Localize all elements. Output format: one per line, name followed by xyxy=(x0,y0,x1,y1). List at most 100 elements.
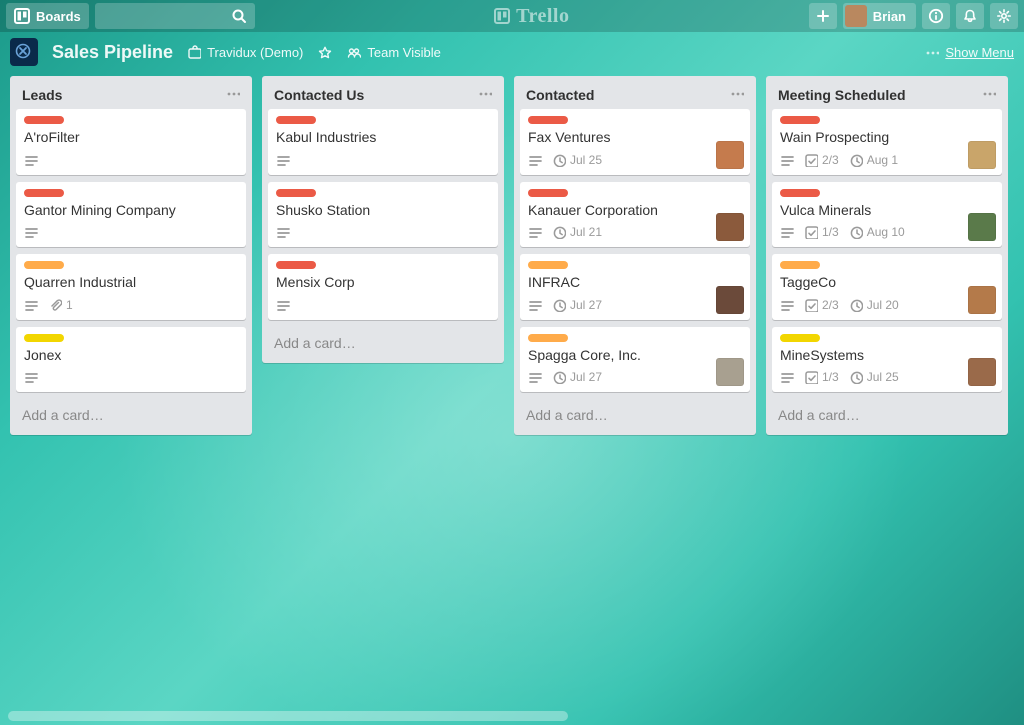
bell-icon xyxy=(962,8,978,24)
notifications-button[interactable] xyxy=(956,3,984,29)
card-label xyxy=(528,116,568,124)
card-badges: Jul 21 xyxy=(528,223,742,241)
card-label xyxy=(24,116,64,124)
card-badges: 1 xyxy=(24,296,238,314)
visibility-button[interactable]: Team Visible xyxy=(346,45,440,60)
list-title[interactable]: Leads xyxy=(22,87,224,103)
due-date-badge: Jul 21 xyxy=(552,225,602,239)
list-title[interactable]: Meeting Scheduled xyxy=(778,87,980,103)
card[interactable]: Vulca Minerals 1/3Aug 10 xyxy=(772,182,1002,248)
card[interactable]: A'roFilter xyxy=(16,109,246,175)
add-card-button[interactable]: Add a card… xyxy=(772,399,1002,433)
card-badges xyxy=(24,223,238,241)
card-title: TaggeCo xyxy=(780,274,994,292)
list-menu-button[interactable] xyxy=(476,86,494,103)
card[interactable]: Shusko Station xyxy=(268,182,498,248)
search-icon xyxy=(231,8,247,24)
board-avatar xyxy=(10,38,38,66)
info-button[interactable] xyxy=(922,3,950,29)
list-header: Leads xyxy=(16,80,246,109)
add-card-button[interactable]: Add a card… xyxy=(268,327,498,361)
card-member-avatar[interactable] xyxy=(968,141,996,169)
card[interactable]: TaggeCo 2/3Jul 20 xyxy=(772,254,1002,320)
card-member-avatar[interactable] xyxy=(968,286,996,314)
board-header: Sales Pipeline Travidux (Demo) Team Visi… xyxy=(0,32,1024,72)
checklist-badge: 2/3 xyxy=(804,153,839,167)
boards-button[interactable]: Boards xyxy=(6,3,89,29)
card[interactable]: Gantor Mining Company xyxy=(16,182,246,248)
card[interactable]: Kabul Industries xyxy=(268,109,498,175)
list-title[interactable]: Contacted xyxy=(526,87,728,103)
checklist-badge: 1/3 xyxy=(804,225,839,239)
board-icon xyxy=(494,8,510,24)
plus-icon xyxy=(815,8,831,24)
description-icon xyxy=(780,225,794,239)
list-menu-button[interactable] xyxy=(728,86,746,103)
card-badges: 2/3Aug 1 xyxy=(780,151,994,169)
card-label xyxy=(276,261,316,269)
create-button[interactable] xyxy=(809,3,837,29)
card-title: Vulca Minerals xyxy=(780,202,994,220)
description-icon xyxy=(24,370,38,384)
board-title[interactable]: Sales Pipeline xyxy=(52,42,173,63)
star-icon xyxy=(317,45,332,60)
card-title: Spagga Core, Inc. xyxy=(528,347,742,365)
card-member-avatar[interactable] xyxy=(968,213,996,241)
add-card-button[interactable]: Add a card… xyxy=(16,399,246,433)
list: Contacted Us Kabul Industries Shusko Sta… xyxy=(262,76,504,363)
user-menu[interactable]: Brian xyxy=(843,3,916,29)
card-member-avatar[interactable] xyxy=(716,286,744,314)
avatar xyxy=(845,5,867,27)
horizontal-scrollbar[interactable] xyxy=(8,711,568,721)
show-menu-button[interactable]: Show Menu xyxy=(925,45,1014,60)
settings-button[interactable] xyxy=(990,3,1018,29)
user-name: Brian xyxy=(873,9,906,24)
card-title: Shusko Station xyxy=(276,202,490,220)
list-menu-button[interactable] xyxy=(224,86,242,103)
card-label xyxy=(780,334,820,342)
card[interactable]: MineSystems 1/3Jul 25 xyxy=(772,327,1002,393)
card-member-avatar[interactable] xyxy=(716,358,744,386)
due-date-badge: Jul 27 xyxy=(552,298,602,312)
add-card-button[interactable]: Add a card… xyxy=(520,399,750,433)
card[interactable]: Kanauer Corporation Jul 21 xyxy=(520,182,750,248)
description-icon xyxy=(276,225,290,239)
card-label xyxy=(24,334,64,342)
due-date-badge: Jul 27 xyxy=(552,370,602,384)
card-badges: 1/3Jul 25 xyxy=(780,368,994,386)
list-title[interactable]: Contacted Us xyxy=(274,87,476,103)
card[interactable]: INFRAC Jul 27 xyxy=(520,254,750,320)
attachments-badge: 1 xyxy=(48,298,73,312)
star-button[interactable] xyxy=(317,45,332,60)
visibility-label: Team Visible xyxy=(367,45,440,60)
description-icon xyxy=(528,225,542,239)
card-title: Fax Ventures xyxy=(528,129,742,147)
card-label xyxy=(24,261,64,269)
card-title: Gantor Mining Company xyxy=(24,202,238,220)
card-title: Mensix Corp xyxy=(276,274,490,292)
search-input[interactable] xyxy=(95,3,255,29)
card[interactable]: Spagga Core, Inc. Jul 27 xyxy=(520,327,750,393)
card[interactable]: Jonex xyxy=(16,327,246,393)
card-title: Quarren Industrial xyxy=(24,274,238,292)
ellipsis-icon xyxy=(925,45,939,59)
card-member-avatar[interactable] xyxy=(968,358,996,386)
checklist-badge: 1/3 xyxy=(804,370,839,384)
org-button[interactable]: Travidux (Demo) xyxy=(187,45,303,60)
org-name: Travidux (Demo) xyxy=(207,45,303,60)
card-badges xyxy=(276,296,490,314)
due-date-badge: Jul 25 xyxy=(552,153,602,167)
trello-logo[interactable]: Trello xyxy=(261,5,803,28)
description-icon xyxy=(528,370,542,384)
card-title: Jonex xyxy=(24,347,238,365)
board-canvas[interactable]: Leads A'roFilter Gantor Mining Company Q… xyxy=(0,72,1024,711)
card-member-avatar[interactable] xyxy=(716,141,744,169)
show-menu-label: Show Menu xyxy=(945,45,1014,60)
card[interactable]: Mensix Corp xyxy=(268,254,498,320)
team-icon xyxy=(346,45,361,60)
card[interactable]: Fax Ventures Jul 25 xyxy=(520,109,750,175)
list-menu-button[interactable] xyxy=(980,86,998,103)
card[interactable]: Quarren Industrial 1 xyxy=(16,254,246,320)
card[interactable]: Wain Prospecting 2/3Aug 1 xyxy=(772,109,1002,175)
card-member-avatar[interactable] xyxy=(716,213,744,241)
